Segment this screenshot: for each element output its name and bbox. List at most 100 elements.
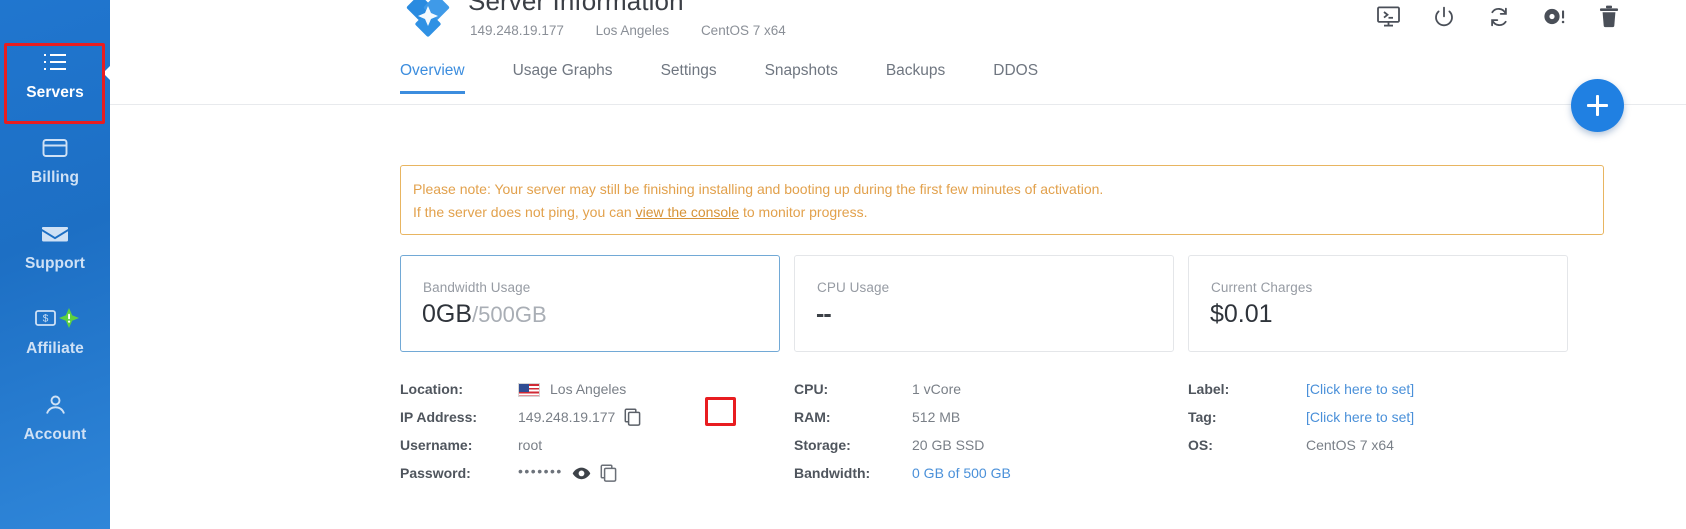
- ip-copy-highlight-box: [705, 397, 736, 426]
- view-console-link[interactable]: view the console: [636, 204, 740, 220]
- tab-snapshots[interactable]: Snapshots: [765, 62, 838, 94]
- cpu-usage-card[interactable]: CPU Usage --: [794, 255, 1174, 352]
- location-text: Los Angeles: [550, 381, 626, 397]
- detail-value: 20 GB SSD: [912, 437, 984, 453]
- sidebar-item-affiliate[interactable]: $ Affiliate: [0, 304, 110, 358]
- notice-text-before: If the server does not ping, you can: [413, 204, 636, 220]
- bandwidth-link[interactable]: 0 GB of 500 GB: [912, 465, 1011, 481]
- server-information-page: Servers Billing Support: [0, 0, 1686, 529]
- detail-key: Bandwidth:: [794, 465, 912, 481]
- sidebar-item-label: Affiliate: [0, 340, 110, 358]
- meta-ip: 149.248.19.177: [470, 23, 564, 38]
- sidebar-item-label: Billing: [0, 169, 110, 187]
- activation-notice: Please note: Your server may still be fi…: [400, 165, 1604, 235]
- meta-location: Los Angeles: [596, 23, 670, 38]
- copy-ip-icon[interactable]: [624, 408, 641, 426]
- tab-backups[interactable]: Backups: [886, 62, 945, 94]
- us-flag-icon: [518, 383, 540, 397]
- detail-value: 1 vCore: [912, 381, 961, 397]
- card-label: Bandwidth Usage: [423, 280, 530, 295]
- main-sidebar: Servers Billing Support: [0, 0, 110, 529]
- meta-os: CentOS 7 x64: [701, 23, 786, 38]
- vultr-diamond-logo: [400, 0, 456, 44]
- detail-row-tag: Tag: [Click here to set]: [1188, 403, 1414, 431]
- card-label: CPU Usage: [817, 280, 889, 295]
- detail-row-bandwidth: Bandwidth: 0 GB of 500 GB: [794, 459, 1011, 487]
- add-server-button[interactable]: [1571, 79, 1624, 132]
- delete-icon[interactable]: [1596, 4, 1621, 29]
- detail-value: 512 MB: [912, 409, 960, 425]
- sidebar-item-billing[interactable]: Billing: [0, 133, 110, 187]
- tab-settings[interactable]: Settings: [661, 62, 717, 94]
- active-nav-indicator: [103, 62, 114, 84]
- detail-key: Username:: [400, 437, 518, 453]
- set-label-link[interactable]: [Click here to set]: [1306, 381, 1414, 397]
- sidebar-item-support[interactable]: Support: [0, 219, 110, 273]
- detail-value: root: [518, 437, 542, 453]
- tab-ddos[interactable]: DDOS: [993, 62, 1038, 94]
- person-icon: [0, 390, 110, 420]
- card-value: $0.01: [1210, 300, 1273, 329]
- bandwidth-used: 0GB: [422, 300, 472, 328]
- detail-key: IP Address:: [400, 409, 518, 425]
- detail-row-location: Location: Los Angeles: [400, 375, 641, 403]
- cube-icon: [0, 0, 110, 4]
- tab-usage-graphs[interactable]: Usage Graphs: [513, 62, 613, 94]
- detail-row-username: Username: root: [400, 431, 641, 459]
- server-meta: 149.248.19.177 Los Angeles CentOS 7 x64: [470, 23, 786, 38]
- detail-row-os: OS: CentOS 7 x64: [1188, 431, 1414, 459]
- detail-key: Location:: [400, 381, 518, 397]
- detail-key: OS:: [1188, 437, 1306, 453]
- detail-key: RAM:: [794, 409, 912, 425]
- sidebar-item-label: Servers: [0, 84, 110, 102]
- main-content: Server Information 149.248.19.177 Los An…: [110, 0, 1686, 529]
- view-console-icon[interactable]: [1376, 4, 1401, 29]
- detail-value: CentOS 7 x64: [1306, 437, 1394, 453]
- bandwidth-usage-card[interactable]: Bandwidth Usage 0GB/500GB: [400, 255, 780, 352]
- sidebar-item-label: Account: [0, 426, 110, 444]
- notice-line-1: Please note: Your server may still be fi…: [413, 178, 1603, 201]
- detail-row-ram: RAM: 512 MB: [794, 403, 1011, 431]
- detail-row-storage: Storage: 20 GB SSD: [794, 431, 1011, 459]
- detail-row-cpu: CPU: 1 vCore: [794, 375, 1011, 403]
- sidebar-item-servers[interactable]: Servers: [0, 48, 110, 102]
- detail-row-label: Label: [Click here to set]: [1188, 375, 1414, 403]
- tab-overview[interactable]: Overview: [400, 62, 465, 94]
- header-actions: [1376, 4, 1621, 29]
- password-masked: •••••••: [518, 463, 563, 479]
- tab-divider: [110, 104, 1686, 105]
- detail-key: Storage:: [794, 437, 912, 453]
- detail-value: •••••••: [518, 464, 617, 482]
- reinstall-icon[interactable]: [1541, 4, 1566, 29]
- detail-column-network: Location: Los Angeles IP Address: 149.24…: [400, 375, 641, 487]
- page-title: Server Information: [468, 0, 684, 17]
- set-tag-link[interactable]: [Click here to set]: [1306, 409, 1414, 425]
- detail-key: Label:: [1188, 381, 1306, 397]
- detail-key: CPU:: [794, 381, 912, 397]
- page-header: Server Information 149.248.19.177 Los An…: [110, 0, 1686, 68]
- plus-icon: [1596, 95, 1599, 116]
- ip-address-text: 149.248.19.177: [518, 409, 615, 425]
- card-value: --: [816, 300, 831, 329]
- envelope-icon: [0, 219, 110, 249]
- servers-icon: [0, 48, 110, 78]
- restart-icon[interactable]: [1486, 4, 1511, 29]
- detail-key: Password:: [400, 465, 518, 481]
- detail-column-metadata: Label: [Click here to set] Tag: [Click h…: [1188, 375, 1414, 459]
- card-value: 0GB/500GB: [422, 300, 547, 329]
- current-charges-card[interactable]: Current Charges $0.01: [1188, 255, 1568, 352]
- sidebar-item-account[interactable]: Account: [0, 390, 110, 444]
- tab-bar: Overview Usage Graphs Settings Snapshots…: [400, 62, 1038, 94]
- sidebar-item-products[interactable]: [0, 0, 110, 10]
- dollar-icon: $: [0, 304, 110, 334]
- show-password-icon[interactable]: [572, 466, 591, 481]
- card-label: Current Charges: [1211, 280, 1312, 295]
- notice-text-after: to monitor progress.: [739, 204, 867, 220]
- detail-row-ip-address: IP Address: 149.248.19.177: [400, 403, 641, 431]
- bandwidth-total: /500GB: [472, 302, 547, 327]
- detail-column-specs: CPU: 1 vCore RAM: 512 MB Storage: 20 GB …: [794, 375, 1011, 487]
- svg-text:$: $: [43, 314, 49, 325]
- detail-key: Tag:: [1188, 409, 1306, 425]
- copy-password-icon[interactable]: [600, 464, 617, 482]
- power-icon[interactable]: [1431, 4, 1456, 29]
